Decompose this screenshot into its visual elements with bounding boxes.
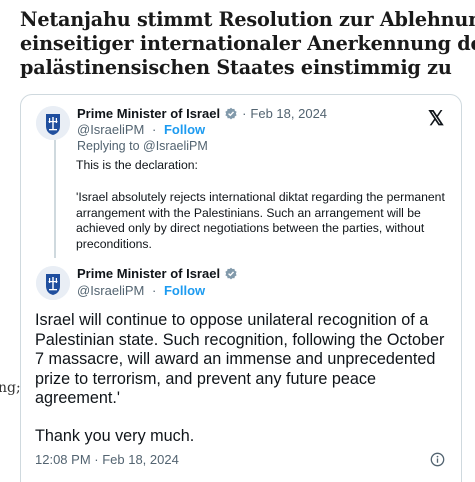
headline-line-2: einseitiger internationaler Anerkennung …: [20, 32, 475, 55]
verified-badge-icon: [224, 267, 238, 281]
israel-emblem-icon: [36, 266, 70, 300]
info-icon[interactable]: [430, 452, 445, 472]
israel-emblem-icon: [36, 106, 70, 140]
author-handle[interactable]: @IsraeliPM: [77, 122, 144, 137]
author-avatar[interactable]: [36, 106, 70, 140]
author-avatar[interactable]: [36, 266, 70, 300]
headline-line-1: Netanjahu stimmt Resolution zur Ablehnun…: [20, 8, 475, 31]
headline-line-3: palästinensischen Staates einstimmig zu: [20, 56, 452, 79]
x-logo-icon[interactable]: 𝕏: [428, 106, 444, 131]
tweet-date[interactable]: Feb 18, 2024: [250, 106, 327, 121]
author-handle[interactable]: @IsraeliPM: [77, 283, 144, 298]
tweet-header: Prime Minister of Israel: [77, 266, 238, 281]
author-name[interactable]: Prime Minister of Israel: [77, 106, 220, 121]
article-headline: Netanjahu stimmt Resolution zur Ablehnun…: [20, 8, 475, 80]
handle-row: @IsraeliPM · Follow: [77, 122, 205, 137]
author-name[interactable]: Prime Minister of Israel: [77, 266, 220, 281]
tweet-timestamp[interactable]: 12:08 PM · Feb 18, 2024: [35, 452, 179, 467]
separator-dot: ·: [152, 283, 157, 298]
replying-to-label[interactable]: Replying to @IsraeliPM: [77, 139, 208, 153]
article-body-fragment: ng;: [0, 380, 21, 396]
follow-button[interactable]: Follow: [164, 283, 205, 298]
reply-tweet-text: Israel will continue to oppose unilatera…: [35, 311, 445, 408]
separator-dot: ·: [242, 106, 247, 121]
separator-dot: ·: [152, 122, 157, 137]
tweet-header: Prime Minister of Israel · Feb 18, 2024: [77, 106, 327, 121]
follow-button[interactable]: Follow: [164, 122, 205, 137]
reply-tweet-thanks: Thank you very much.: [35, 427, 195, 445]
parent-tweet-quote: 'Israel absolutely rejects international…: [76, 190, 445, 251]
verified-badge-icon: [224, 107, 238, 121]
thread-connector-line: [54, 140, 56, 258]
parent-tweet-intro: This is the declaration:: [76, 158, 198, 172]
handle-row: @IsraeliPM · Follow: [77, 283, 205, 298]
